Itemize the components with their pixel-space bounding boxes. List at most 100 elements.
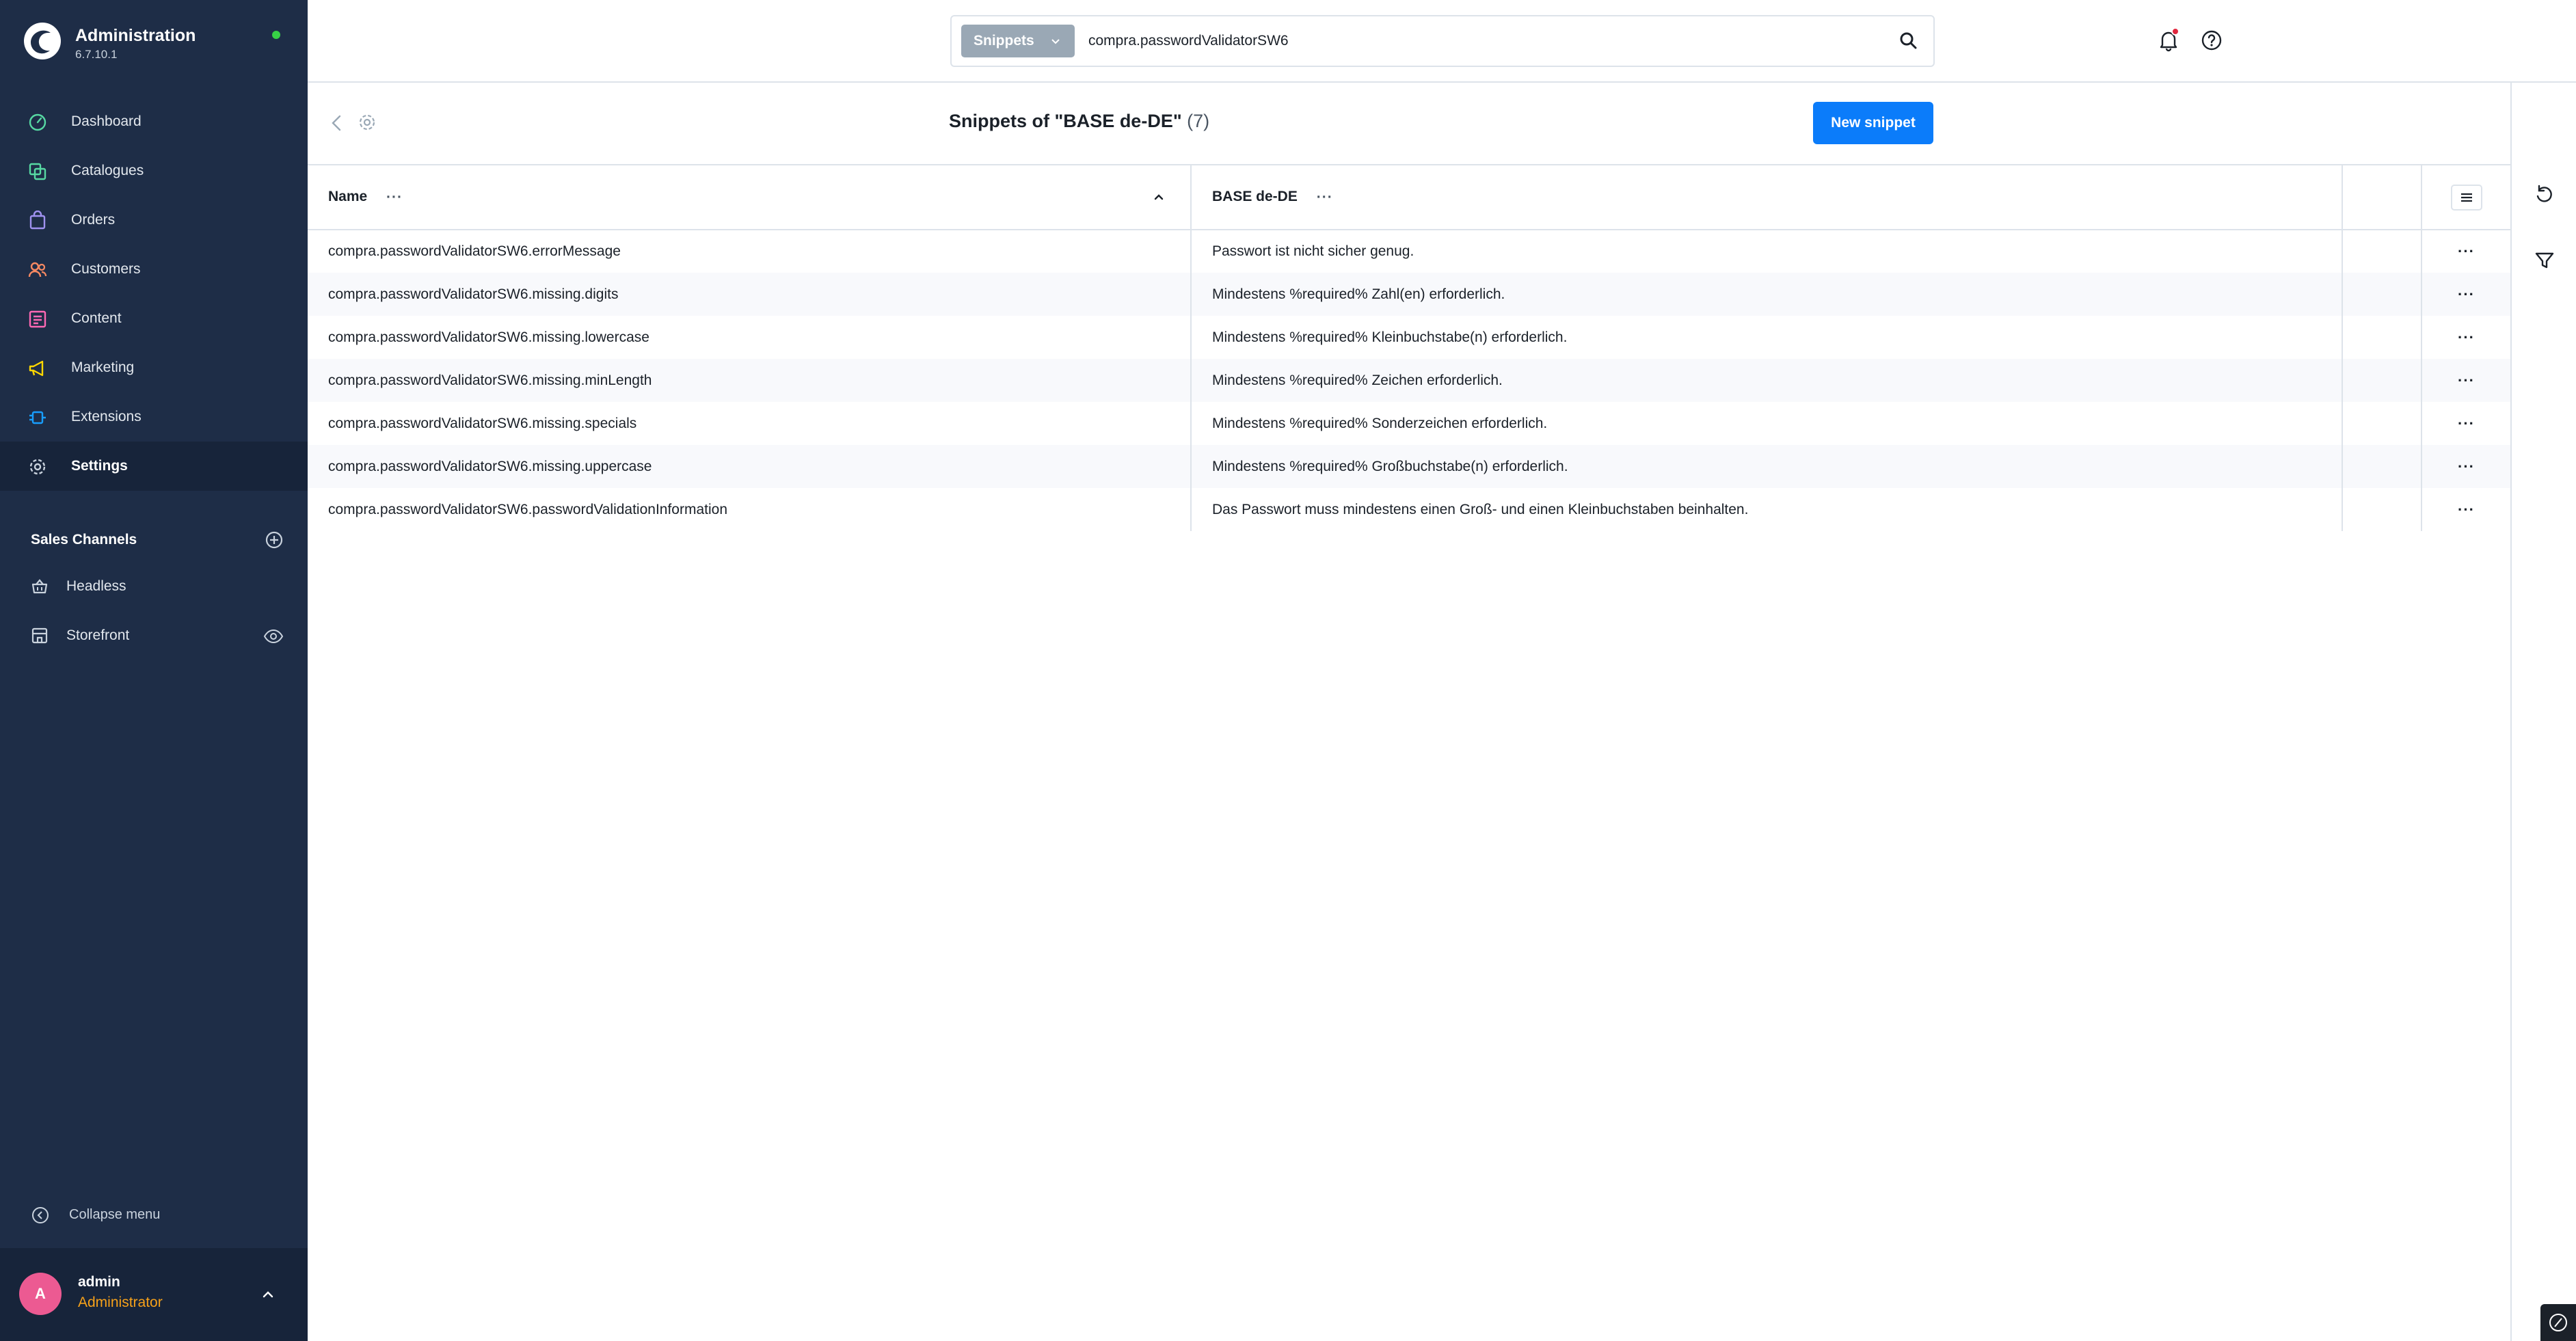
table-row[interactable]: compra.passwordValidatorSW6.missing.digi… (308, 273, 2510, 316)
add-sales-channel-icon[interactable] (265, 530, 284, 550)
table-header-row: Name ··· BASE de-DE ··· (308, 165, 2510, 230)
nav-item-orders[interactable]: Orders (0, 195, 308, 245)
column-header-value-label: BASE de-DE (1212, 189, 1298, 205)
empty-cell (2342, 316, 2422, 359)
table-row[interactable]: compra.passwordValidatorSW6.missing.lowe… (308, 316, 2510, 359)
nav-item-content[interactable]: Content (0, 294, 308, 343)
snippet-name-cell[interactable]: compra.passwordValidatorSW6.errorMessage (308, 230, 1192, 273)
nav-item-customers[interactable]: Customers (0, 245, 308, 294)
row-actions-button[interactable]: ··· (2421, 230, 2510, 273)
row-actions-button[interactable]: ··· (2421, 359, 2510, 402)
snippet-name-cell[interactable]: compra.passwordValidatorSW6.missing.lowe… (308, 316, 1192, 359)
extensions-icon (29, 411, 46, 424)
refresh-icon[interactable] (2534, 184, 2555, 206)
snippet-value-cell[interactable]: Das Passwort muss mindestens einen Groß-… (1191, 488, 2343, 531)
admin-sidebar: Administration 6.7.10.1 Dashboard Catalo… (0, 0, 308, 1341)
empty-cell (2342, 230, 2422, 273)
row-actions-icon: ··· (2458, 414, 2475, 432)
help-icon[interactable] (2200, 29, 2223, 52)
brand-header: Administration 6.7.10.1 (0, 0, 308, 89)
sort-ascending-icon[interactable] (1152, 190, 1166, 204)
row-actions-icon: ··· (2458, 500, 2475, 518)
nav-item-catalogues[interactable]: Catalogues (0, 146, 308, 195)
row-actions-button[interactable]: ··· (2421, 273, 2510, 316)
column-header-empty (2342, 165, 2422, 230)
sidebar-actions-rail (2510, 83, 2576, 1341)
user-menu[interactable]: A admin Administrator (0, 1248, 308, 1341)
search-type-dropdown[interactable]: Snippets (961, 25, 1075, 57)
devtools-badge-icon[interactable] (2540, 1304, 2576, 1341)
table-row[interactable]: compra.passwordValidatorSW6.missing.uppe… (308, 445, 2510, 488)
empty-cell (2342, 273, 2422, 316)
storefront-icon (31, 627, 48, 644)
table-row[interactable]: compra.passwordValidatorSW6.errorMessage… (308, 230, 2510, 273)
collapse-menu-button[interactable]: Collapse menu (31, 1203, 277, 1228)
user-name: admin (78, 1274, 120, 1290)
column-header-name[interactable]: Name ··· (308, 165, 1192, 230)
eye-icon[interactable] (263, 627, 284, 645)
snippet-name-cell[interactable]: compra.passwordValidatorSW6.missing.minL… (308, 359, 1192, 402)
sales-channel-label: Storefront (66, 627, 130, 643)
empty-cell (2342, 359, 2422, 402)
list-menu-icon (2460, 193, 2472, 202)
nav-item-extensions[interactable]: Extensions (0, 392, 308, 442)
column-settings-button[interactable] (2450, 184, 2482, 211)
table-row[interactable]: compra.passwordValidatorSW6.missing.minL… (308, 359, 2510, 402)
snippet-name-cell[interactable]: compra.passwordValidatorSW6.passwordVali… (308, 488, 1192, 531)
basket-icon (31, 579, 48, 594)
snippet-value-cell[interactable]: Mindestens %required% Sonderzeichen erfo… (1191, 402, 2343, 445)
sales-channels-header: Sales Channels (31, 530, 284, 552)
column-settings (2421, 165, 2510, 230)
chevron-up-icon[interactable] (260, 1286, 276, 1303)
snippet-name-cell[interactable]: compra.passwordValidatorSW6.missing.digi… (308, 273, 1192, 316)
back-arrow-icon[interactable] (328, 112, 345, 134)
feather-icon (2549, 1314, 2567, 1331)
nav-item-settings[interactable]: Settings (0, 442, 308, 491)
page-title-text: Snippets of "BASE de-DE" (949, 111, 1182, 131)
empty-cell (2342, 402, 2422, 445)
sales-channel-storefront[interactable]: Storefront (31, 623, 284, 651)
snippet-value-cell[interactable]: Mindestens %required% Kleinbuchstabe(n) … (1191, 316, 2343, 359)
dashboard-icon (29, 113, 46, 131)
filter-icon[interactable] (2534, 249, 2555, 271)
new-snippet-button[interactable]: New snippet (1813, 102, 1933, 144)
snippet-name-cell[interactable]: compra.passwordValidatorSW6.missing.spec… (308, 402, 1192, 445)
page-title: Snippets of "BASE de-DE" (7) (949, 111, 1209, 132)
column-options-icon[interactable]: ··· (386, 189, 403, 206)
row-actions-button[interactable]: ··· (2421, 445, 2510, 488)
table-row[interactable]: compra.passwordValidatorSW6.passwordVali… (308, 488, 2510, 531)
user-role: Administrator (78, 1295, 163, 1310)
nav-item-dashboard[interactable]: Dashboard (0, 97, 308, 146)
snippet-value-cell[interactable]: Mindestens %required% Großbuchstabe(n) e… (1191, 445, 2343, 488)
nav-label-marketing: Marketing (71, 360, 135, 375)
nav-label-customers: Customers (71, 261, 141, 277)
snippet-value-cell[interactable]: Passwort ist nicht sicher genug. (1191, 230, 2343, 273)
notification-badge (2171, 27, 2179, 36)
search-input[interactable] (1088, 25, 1875, 57)
marketing-icon (29, 360, 44, 377)
chevron-down-icon (1051, 39, 1060, 44)
nav-item-marketing[interactable]: Marketing (0, 343, 308, 392)
search-icon[interactable] (1898, 30, 1918, 51)
nav-label-orders: Orders (71, 212, 116, 228)
column-header-value[interactable]: BASE de-DE ··· (1191, 165, 2343, 230)
row-actions-button[interactable]: ··· (2421, 488, 2510, 531)
empty-cell (2342, 445, 2422, 488)
row-actions-button[interactable]: ··· (2421, 316, 2510, 359)
snippet-value-cell[interactable]: Mindestens %required% Zeichen erforderli… (1191, 359, 2343, 402)
row-actions-button[interactable]: ··· (2421, 402, 2510, 445)
snippet-table: Name ··· BASE de-DE ··· compra.passwordV… (308, 165, 2510, 531)
sales-channels-title: Sales Channels (31, 532, 137, 547)
nav-label-catalogues: Catalogues (71, 163, 144, 178)
snippet-name-cell[interactable]: compra.passwordValidatorSW6.missing.uppe… (308, 445, 1192, 488)
avatar: A (19, 1273, 62, 1315)
column-options-icon[interactable]: ··· (1317, 189, 1333, 206)
table-row[interactable]: compra.passwordValidatorSW6.missing.spec… (308, 402, 2510, 445)
gear-icon[interactable] (357, 112, 377, 133)
search-type-label: Snippets (974, 33, 1034, 49)
row-actions-icon: ··· (2458, 285, 2475, 303)
row-actions-icon: ··· (2458, 371, 2475, 389)
snippet-value-cell[interactable]: Mindestens %required% Zahl(en) erforderl… (1191, 273, 2343, 316)
collapse-arrow-icon (32, 1207, 49, 1223)
sales-channel-headless[interactable]: Headless (31, 574, 284, 601)
